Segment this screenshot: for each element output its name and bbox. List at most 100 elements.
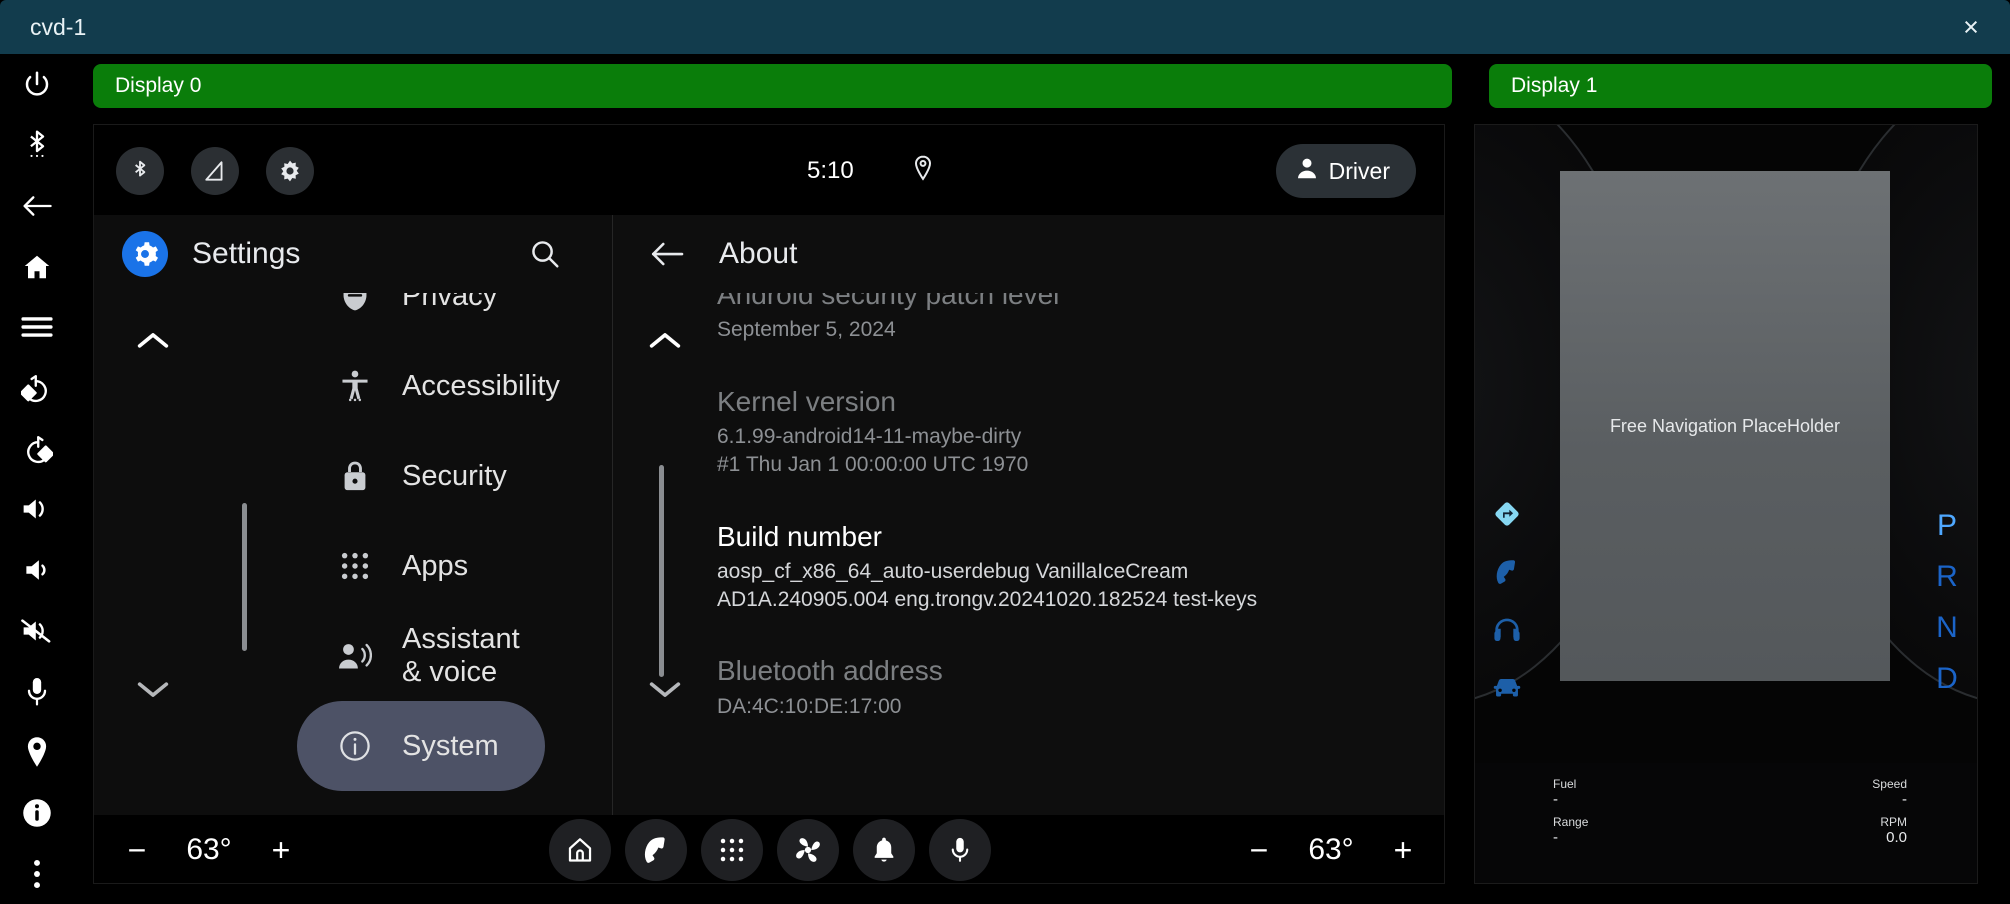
sidebar-item-accessibility[interactable]: Accessibility [297, 341, 560, 431]
microphone-button[interactable] [0, 661, 74, 722]
passenger-temp-increase-button[interactable]: + [1390, 834, 1416, 866]
info-circle-icon [338, 729, 372, 763]
bottom-nav-chips [94, 815, 1444, 883]
cluster-info-panel: Fuel - Speed - Range - RPM 0.0 [1475, 763, 1977, 883]
volume-up-button[interactable] [0, 479, 74, 540]
emulator-toolbar [0, 54, 74, 904]
about-row-value: DA:4C:10:DE:17:00 [717, 694, 902, 718]
passenger-temp-value: 63° [1308, 833, 1354, 866]
cluster-info-row-top: Fuel - Speed - [1553, 777, 1907, 809]
rpm-block: RPM 0.0 [1880, 815, 1907, 847]
gear-d: D [1936, 662, 1958, 695]
range-value: - [1553, 829, 1558, 846]
rotate-left-button[interactable] [0, 358, 74, 419]
sidebar-item-apps[interactable]: Apps [297, 521, 545, 611]
settings-nav-pane: Settings Privacy Accessibility Security … [94, 215, 613, 815]
nav-dialer-button[interactable] [625, 819, 687, 881]
settings-nav-list[interactable]: Privacy Accessibility Security Apps Assi… [94, 293, 613, 815]
sidebar-item-privacy[interactable]: Privacy [297, 293, 545, 341]
settings-scroll-down-button[interactable] [129, 665, 177, 713]
home-button[interactable] [0, 236, 74, 297]
brightness-icon[interactable] [266, 147, 314, 195]
info-button[interactable] [0, 783, 74, 844]
sidebar-item-label: System [402, 729, 499, 762]
rpm-value: 0.0 [1886, 829, 1907, 846]
close-icon[interactable]: × [1954, 0, 1988, 54]
bluetooth-button[interactable] [0, 115, 74, 176]
cluster-info-row-bottom: Range - RPM 0.0 [1553, 815, 1907, 847]
nav-notifications-button[interactable] [853, 819, 915, 881]
nav-climate-button[interactable] [777, 819, 839, 881]
search-icon[interactable] [522, 231, 568, 277]
settings-pane-header: Settings [94, 215, 612, 293]
range-block: Range - [1553, 815, 1588, 847]
bluetooth-icon[interactable] [116, 147, 164, 195]
navigation-placeholder-card: Free Navigation PlaceHolder [1560, 171, 1890, 681]
volume-mute-button[interactable] [0, 600, 74, 661]
about-content-list[interactable]: Android security patch level September 5… [613, 293, 1444, 815]
about-row-build-number[interactable]: Build number aosp_cf_x86_64_auto-userdeb… [717, 505, 1417, 640]
about-row-value: September 5, 2024 [717, 318, 896, 342]
about-scroll-up-button[interactable] [641, 317, 689, 365]
back-button[interactable] [0, 175, 74, 236]
display-1-panel: Display 1 Free Navigation PlaceHolder P … [1470, 54, 2010, 904]
location-button[interactable] [0, 722, 74, 783]
gear-p: P [1936, 509, 1957, 542]
user-profile-button[interactable]: Driver [1275, 144, 1416, 198]
overview-button[interactable] [0, 297, 74, 358]
gear-n: N [1936, 611, 1958, 644]
privacy-shield-icon [338, 293, 372, 313]
signal-triangle-icon[interactable] [191, 147, 239, 195]
settings-scroll-up-button[interactable] [129, 317, 177, 365]
about-pane-header: About [613, 215, 1444, 293]
nav-apps-button[interactable] [701, 819, 763, 881]
about-row-key: Kernel version [717, 385, 896, 417]
passenger-temp-decrease-button[interactable]: − [1246, 834, 1272, 866]
about-scroll-down-button[interactable] [641, 665, 689, 713]
about-row-kernel-version[interactable]: Kernel version 6.1.99-android14-11-maybe… [717, 370, 1417, 505]
about-row-security-patch[interactable]: Android security patch level September 5… [717, 293, 1417, 370]
rpm-label: RPM [1880, 815, 1907, 829]
volume-down-button[interactable] [0, 540, 74, 601]
cluster-phone-icon[interactable] [1483, 543, 1531, 601]
apps-grid-icon [338, 549, 372, 583]
passenger-temperature-control: − 63° + [1246, 815, 1416, 883]
about-row-key: Android security patch level [717, 293, 1060, 310]
speed-block: Speed - [1872, 777, 1907, 809]
sidebar-item-label: Privacy [402, 293, 498, 312]
speed-value: - [1902, 791, 1907, 808]
settings-list-scrollbar[interactable] [242, 503, 247, 651]
car-icon[interactable] [1483, 659, 1531, 717]
instrument-cluster: Free Navigation PlaceHolder P R N D Fuel… [1475, 125, 1977, 883]
fuel-block: Fuel - [1553, 777, 1576, 809]
about-row-key: Bluetooth address [717, 655, 943, 687]
sidebar-item-label: Security [402, 459, 507, 492]
assistant-voice-icon [338, 639, 372, 673]
gear-r: R [1936, 560, 1958, 593]
window-title-bar: cvd-1 × [0, 0, 2010, 54]
location-pin-icon [912, 155, 934, 188]
sidebar-item-assistant-voice[interactable]: Assistant & voice [297, 611, 545, 701]
cluster-info-grid: Fuel - Speed - Range - RPM 0.0 [1553, 777, 1907, 847]
car-status-bar: 5:10 Driver [94, 125, 1444, 215]
more-button[interactable] [0, 843, 74, 904]
about-list-scrollbar[interactable] [659, 465, 664, 677]
sidebar-item-system[interactable]: System [297, 701, 545, 791]
power-button[interactable] [0, 54, 74, 115]
rotate-right-button[interactable] [0, 418, 74, 479]
nav-assistant-button[interactable] [929, 819, 991, 881]
nav-home-button[interactable] [549, 819, 611, 881]
display-1-label: Display 1 [1489, 64, 1992, 108]
display-0-label: Display 0 [93, 64, 1452, 108]
user-profile-label: Driver [1328, 157, 1390, 184]
sidebar-item-security[interactable]: Security [297, 431, 545, 521]
car-bottom-bar: − 63° + − 63° + [94, 815, 1444, 883]
display-1-screen: Free Navigation PlaceHolder P R N D Fuel… [1474, 124, 1978, 884]
range-label: Range [1553, 815, 1589, 829]
about-row-value: aosp_cf_x86_64_auto-userdebug VanillaIce… [717, 559, 1258, 611]
gear-icon [122, 231, 168, 277]
headphones-icon[interactable] [1483, 601, 1531, 659]
about-row-bluetooth-address[interactable]: Bluetooth address DA:4C:10:DE:17:00 [717, 639, 1417, 746]
navigation-arrow-icon[interactable] [1483, 485, 1531, 543]
back-arrow-icon[interactable] [645, 232, 689, 276]
